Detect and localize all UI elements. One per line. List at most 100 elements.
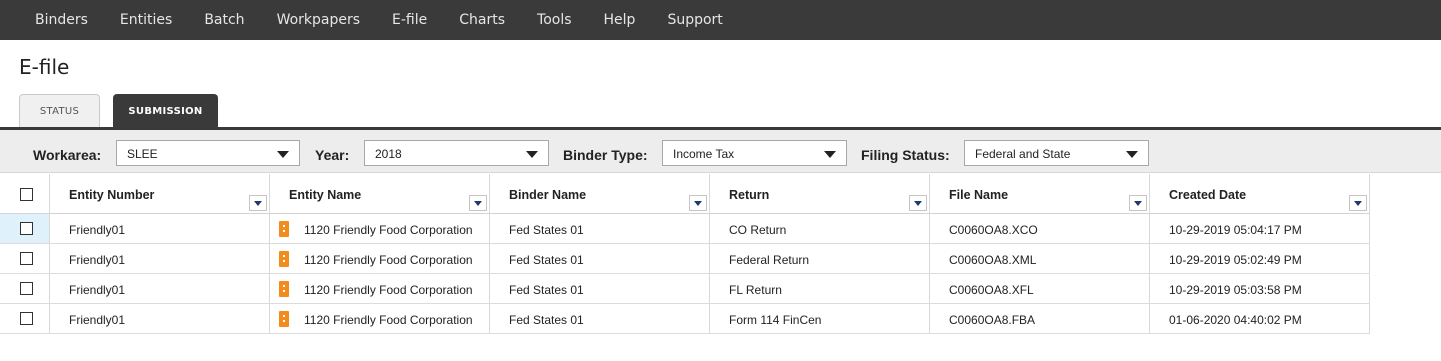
nav-support[interactable]: Support — [651, 0, 738, 40]
file-name-cell: C0060OA8.FBA — [930, 304, 1150, 333]
column-filter-button[interactable] — [689, 195, 707, 211]
entity-name-cell: 1120 Friendly Food Corporation — [270, 214, 490, 243]
nav-batch[interactable]: Batch — [188, 0, 260, 40]
entity-number: Friendly01 — [69, 313, 126, 327]
file-name: C0060OA8.XFL — [949, 283, 1034, 297]
year-select[interactable]: 2018 — [364, 140, 549, 166]
row-check-cell — [0, 214, 50, 243]
filter-dropdown-icon — [1134, 201, 1142, 206]
file-name-cell: C0060OA8.XML — [930, 244, 1150, 273]
table-row[interactable]: Friendly01 1120 Friendly Food Corporatio… — [0, 244, 1370, 274]
filter-dropdown-icon — [1354, 201, 1362, 206]
binder-name: Fed States 01 — [509, 313, 584, 327]
entity-number-cell: Friendly01 — [50, 214, 270, 243]
nav-workpapers[interactable]: Workpapers — [261, 0, 376, 40]
entity-number: Friendly01 — [69, 253, 126, 267]
filing-status-select[interactable]: Federal and State — [964, 140, 1149, 166]
column-entity-name[interactable]: Entity Name — [270, 174, 490, 213]
workarea-value: SLEE — [127, 147, 158, 161]
table-row[interactable]: Friendly01 1120 Friendly Food Corporatio… — [0, 214, 1370, 244]
filter-dropdown-icon — [474, 201, 482, 206]
filter-dropdown-icon — [914, 201, 922, 206]
nav-tools[interactable]: Tools — [521, 0, 588, 40]
entity-number: Friendly01 — [69, 223, 126, 237]
nav-binders[interactable]: Binders — [19, 0, 104, 40]
column-label: Entity Name — [289, 188, 362, 202]
binder-name-cell: Fed States 01 — [490, 304, 710, 333]
binder-name-cell: Fed States 01 — [490, 274, 710, 303]
nav-efile[interactable]: E-file — [376, 0, 443, 40]
row-checkbox[interactable] — [20, 222, 33, 235]
tab-bar: STATUS SUBMISSION — [19, 94, 218, 128]
chevron-down-icon — [277, 151, 289, 158]
row-checkbox[interactable] — [20, 312, 33, 325]
page-title: E-file — [19, 55, 70, 79]
tab-status[interactable]: STATUS — [19, 94, 100, 128]
file-name: C0060OA8.XCO — [949, 223, 1038, 237]
nav-entities[interactable]: Entities — [104, 0, 188, 40]
nav-charts[interactable]: Charts — [443, 0, 521, 40]
column-label: Entity Number — [69, 188, 155, 202]
binder-name-cell: Fed States 01 — [490, 214, 710, 243]
return-name: Form 114 FinCen — [729, 313, 822, 327]
column-created-date[interactable]: Created Date — [1150, 174, 1370, 213]
filing-status-value: Federal and State — [975, 147, 1071, 161]
entity-name: 1120 Friendly Food Corporation — [304, 313, 473, 327]
binder-name: Fed States 01 — [509, 253, 584, 267]
column-filter-button[interactable] — [249, 195, 267, 211]
return-cell: FL Return — [710, 274, 930, 303]
created-date: 10-29-2019 05:04:17 PM — [1169, 223, 1302, 237]
created-date-cell: 01-06-2020 04:40:02 PM — [1150, 304, 1370, 333]
binder-type-value: Income Tax — [673, 147, 735, 161]
entity-name-cell: 1120 Friendly Food Corporation — [270, 244, 490, 273]
column-binder-name[interactable]: Binder Name — [490, 174, 710, 213]
entity-number-cell: Friendly01 — [50, 274, 270, 303]
column-label: Created Date — [1169, 188, 1247, 202]
row-checkbox[interactable] — [20, 282, 33, 295]
entity-icon — [279, 251, 289, 267]
return-cell: CO Return — [710, 214, 930, 243]
entity-number-cell: Friendly01 — [50, 244, 270, 273]
column-entity-number[interactable]: Entity Number — [50, 174, 270, 213]
created-date-cell: 10-29-2019 05:03:58 PM — [1150, 274, 1370, 303]
submission-grid: Entity Number Entity Name Binder Name Re… — [0, 174, 1370, 334]
top-nav: Binders Entities Batch Workpapers E-file… — [0, 0, 1441, 40]
created-date: 10-29-2019 05:02:49 PM — [1169, 253, 1302, 267]
workarea-select[interactable]: SLEE — [116, 140, 300, 166]
created-date: 01-06-2020 04:40:02 PM — [1169, 313, 1302, 327]
filter-dropdown-icon — [694, 201, 702, 206]
table-row[interactable]: Friendly01 1120 Friendly Food Corporatio… — [0, 274, 1370, 304]
column-filter-button[interactable] — [1349, 195, 1367, 211]
select-all-checkbox[interactable] — [20, 188, 33, 201]
entity-name: 1120 Friendly Food Corporation — [304, 253, 473, 267]
row-check-cell — [0, 274, 50, 303]
header-check-cell — [0, 174, 50, 213]
column-filter-button[interactable] — [909, 195, 927, 211]
binder-type-select[interactable]: Income Tax — [662, 140, 847, 166]
column-return[interactable]: Return — [710, 174, 930, 213]
entity-number-cell: Friendly01 — [50, 304, 270, 333]
filter-dropdown-icon — [254, 201, 262, 206]
entity-icon — [279, 221, 289, 237]
entity-name-cell: 1120 Friendly Food Corporation — [270, 274, 490, 303]
table-header: Entity Number Entity Name Binder Name Re… — [0, 174, 1370, 214]
table-row[interactable]: Friendly01 1120 Friendly Food Corporatio… — [0, 304, 1370, 334]
return-name: CO Return — [729, 223, 787, 237]
column-filter-button[interactable] — [469, 195, 487, 211]
row-checkbox[interactable] — [20, 252, 33, 265]
filter-bar: Workarea: SLEE Year: 2018 Binder Type: I… — [0, 130, 1441, 173]
column-file-name[interactable]: File Name — [930, 174, 1150, 213]
column-filter-button[interactable] — [1129, 195, 1147, 211]
workarea-label: Workarea: — [33, 147, 102, 163]
entity-name-cell: 1120 Friendly Food Corporation — [270, 304, 490, 333]
return-name: FL Return — [729, 283, 782, 297]
nav-help[interactable]: Help — [588, 0, 652, 40]
file-name-cell: C0060OA8.XCO — [930, 214, 1150, 243]
return-name: Federal Return — [729, 253, 810, 267]
file-name-cell: C0060OA8.XFL — [930, 274, 1150, 303]
row-check-cell — [0, 244, 50, 273]
tab-submission[interactable]: SUBMISSION — [113, 94, 218, 128]
column-label: Return — [729, 188, 770, 202]
row-check-cell — [0, 304, 50, 333]
return-cell: Form 114 FinCen — [710, 304, 930, 333]
